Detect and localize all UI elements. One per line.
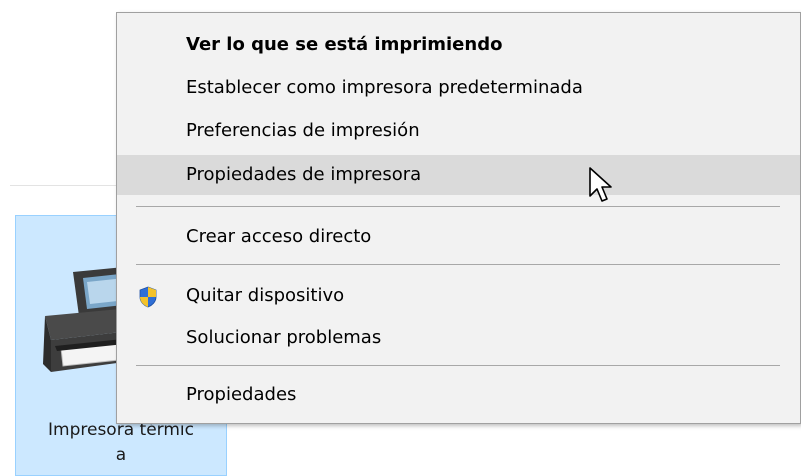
menu-item-troubleshoot[interactable]: Solucionar problemas: [117, 318, 800, 358]
menu-item-troubleshoot-label: Solucionar problemas: [186, 327, 382, 348]
menu-item-properties[interactable]: Propiedades: [117, 375, 800, 415]
menu-item-printing-preferences-label: Preferencias de impresión: [186, 120, 420, 141]
printer-context-menu: Ver lo que se está imprimiendo Establece…: [116, 12, 801, 424]
menu-separator: [136, 206, 780, 207]
printer-device-label: Impresora térmic a: [16, 418, 226, 468]
menu-item-printer-properties-label: Propiedades de impresora: [186, 164, 422, 185]
menu-item-properties-label: Propiedades: [186, 384, 297, 405]
menu-item-remove-device-label: Quitar dispositivo: [186, 285, 345, 306]
menu-item-set-default-printer-label: Establecer como impresora predeterminada: [186, 77, 583, 98]
menu-separator: [136, 264, 780, 265]
mouse-pointer-icon: [589, 167, 612, 202]
menu-item-printer-properties[interactable]: Propiedades de impresora: [117, 155, 800, 195]
menu-item-create-shortcut-label: Crear acceso directo: [186, 226, 372, 247]
menu-separator: [136, 365, 780, 366]
menu-item-remove-device[interactable]: Quitar dispositivo: [117, 276, 800, 316]
menu-item-printing-preferences[interactable]: Preferencias de impresión: [117, 111, 800, 151]
menu-item-create-shortcut[interactable]: Crear acceso directo: [117, 217, 800, 257]
background-divider: [10, 185, 120, 186]
menu-item-set-default-printer[interactable]: Establecer como impresora predeterminada: [117, 68, 800, 108]
menu-item-see-whats-printing[interactable]: Ver lo que se está imprimiendo: [117, 25, 800, 65]
printer-device-label-line2: a: [115, 445, 127, 465]
menu-item-see-whats-printing-label: Ver lo que se está imprimiendo: [186, 34, 503, 55]
uac-shield-icon: [139, 286, 157, 308]
